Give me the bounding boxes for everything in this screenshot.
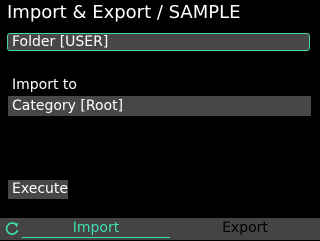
refresh-icon[interactable] [4,221,20,237]
execute-button[interactable]: Execute [8,180,68,199]
tab-import-label: Import [72,220,120,236]
page-title: Import & Export / SAMPLE [7,2,241,23]
tab-export-label: Export [222,220,268,236]
footer-bar: Import Export [0,218,320,240]
tab-import-underline [22,237,170,238]
tab-import[interactable]: Import [22,218,170,240]
import-to-label: Import to [12,77,77,93]
category-selector[interactable]: Category [Root] [8,96,311,116]
tab-export[interactable]: Export [172,218,318,240]
folder-selector[interactable]: Folder [USER] [7,33,310,51]
